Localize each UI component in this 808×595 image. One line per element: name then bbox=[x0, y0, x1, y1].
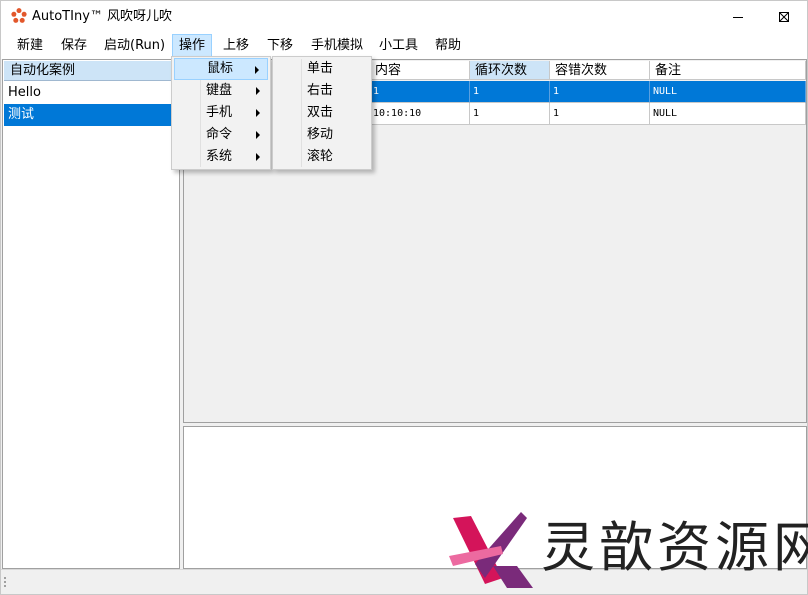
menu-bar: 新建 保存 启动(Run) 操作 上移 下移 手机模拟 小工具 帮助 bbox=[1, 32, 807, 59]
submenu-arrow-icon bbox=[256, 109, 260, 117]
menu-phone-sim[interactable]: 手机模拟 bbox=[305, 34, 369, 57]
cell-content[interactable]: 10:10:10 bbox=[370, 103, 470, 125]
column-header-tolerance[interactable]: 容错次数 bbox=[550, 61, 650, 80]
submenu-arrow-icon bbox=[256, 131, 260, 139]
mouse-wheel[interactable]: 滚轮 bbox=[275, 146, 369, 168]
operate-menu-keyboard[interactable]: 键盘 bbox=[174, 80, 268, 102]
menu-help[interactable]: 帮助 bbox=[429, 34, 467, 57]
menu-move-down[interactable]: 下移 bbox=[261, 34, 299, 57]
mouse-submenu: 单击 右击 双击 移动 滚轮 bbox=[272, 56, 372, 170]
menu-move-up[interactable]: 上移 bbox=[217, 34, 255, 57]
cell-note[interactable]: NULL bbox=[650, 81, 806, 103]
submenu-arrow-icon bbox=[256, 153, 260, 161]
watermark: 灵歆资源网 bbox=[441, 506, 808, 594]
mouse-double-click[interactable]: 双击 bbox=[275, 102, 369, 124]
case-list-header[interactable]: 自动化案例 bbox=[4, 61, 178, 81]
mouse-move[interactable]: 移动 bbox=[275, 124, 369, 146]
operate-menu-mouse[interactable]: 鼠标 bbox=[174, 58, 268, 80]
mouse-click[interactable]: 单击 bbox=[275, 58, 369, 80]
status-grip-icon bbox=[4, 577, 7, 588]
menu-run[interactable]: 启动(Run) bbox=[98, 34, 171, 57]
operate-menu-system[interactable]: 系统 bbox=[174, 146, 268, 168]
window-title: AutoTIny™ 风吹呀儿吹 bbox=[32, 9, 173, 24]
cell-loops[interactable]: 1 bbox=[470, 103, 550, 125]
column-header-content[interactable]: 内容 bbox=[370, 61, 470, 80]
case-item-test[interactable]: 测试 bbox=[4, 104, 178, 126]
app-logo-icon bbox=[11, 8, 27, 23]
cell-note[interactable]: NULL bbox=[650, 103, 806, 125]
app-window: AutoTIny™ 风吹呀儿吹 新建 保存 启动(Run) 操作 上移 下移 手… bbox=[0, 0, 808, 595]
cell-tolerance[interactable]: 1 bbox=[550, 103, 650, 125]
mouse-right-click[interactable]: 右击 bbox=[275, 80, 369, 102]
operate-menu: 鼠标 键盘 手机 命令 系统 bbox=[171, 56, 271, 170]
submenu-arrow-icon bbox=[255, 66, 259, 74]
menu-operate[interactable]: 操作 bbox=[172, 34, 213, 57]
menu-new[interactable]: 新建 bbox=[11, 34, 49, 57]
case-item-hello[interactable]: Hello bbox=[4, 82, 178, 104]
column-header-loops[interactable]: 循环次数 bbox=[470, 61, 550, 80]
close-icon bbox=[779, 11, 789, 22]
menu-save[interactable]: 保存 bbox=[55, 34, 93, 57]
minimize-button[interactable] bbox=[715, 1, 761, 32]
watermark-text: 灵歆资源网 bbox=[541, 516, 808, 579]
operate-menu-command[interactable]: 命令 bbox=[174, 124, 268, 146]
cell-content[interactable]: 1 bbox=[370, 81, 470, 103]
title-bar[interactable]: AutoTIny™ 风吹呀儿吹 bbox=[1, 1, 807, 32]
column-header-note[interactable]: 备注 bbox=[650, 61, 806, 80]
operate-menu-phone[interactable]: 手机 bbox=[174, 102, 268, 124]
watermark-logo-icon bbox=[449, 512, 533, 588]
menu-tools[interactable]: 小工具 bbox=[373, 34, 424, 57]
case-list-panel: 自动化案例 Hello 测试 bbox=[2, 59, 180, 569]
submenu-arrow-icon bbox=[256, 87, 260, 95]
cell-loops[interactable]: 1 bbox=[470, 81, 550, 103]
cell-tolerance[interactable]: 1 bbox=[550, 81, 650, 103]
minimize-icon bbox=[733, 16, 743, 18]
close-button[interactable] bbox=[761, 1, 807, 32]
